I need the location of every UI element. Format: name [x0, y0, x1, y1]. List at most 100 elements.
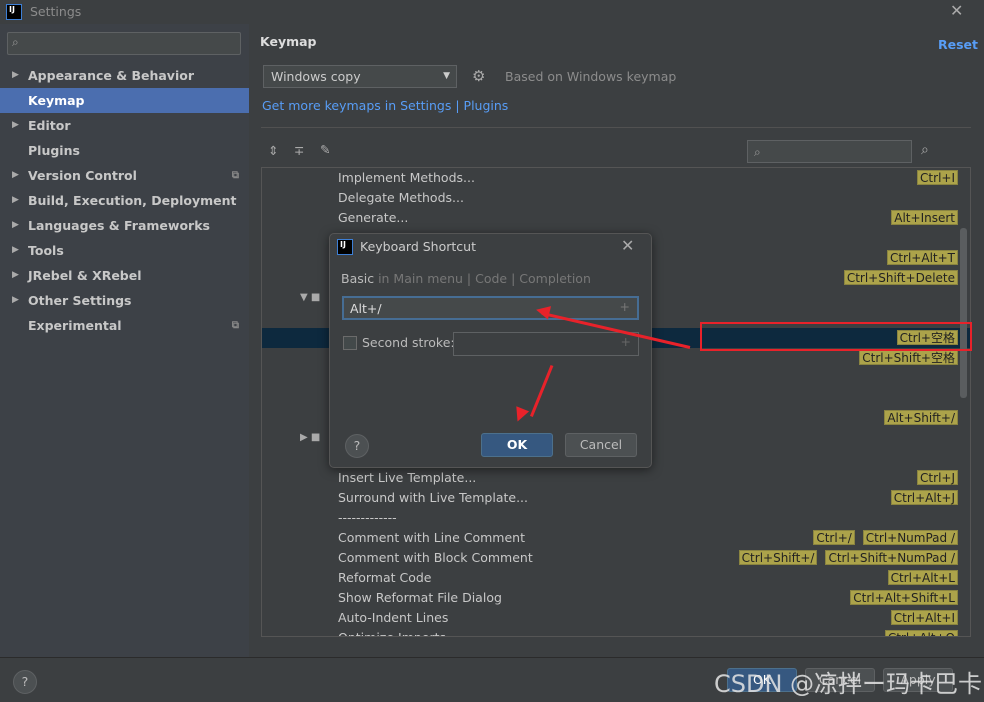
gear-icon[interactable]: ⚙	[472, 67, 485, 85]
chevron-right-icon[interactable]: ▶	[12, 213, 19, 238]
sidebar-item-label: JRebel & XRebel	[28, 268, 142, 283]
action-label: Optimize Imports	[338, 628, 446, 636]
action-path: in Main menu | Code | Completion	[374, 271, 591, 286]
sidebar-item[interactable]: ▶ Version Control ⧉	[0, 163, 249, 188]
second-stroke-input[interactable]: +	[453, 332, 639, 356]
action-label: Reformat Code	[338, 570, 432, 585]
collapse-all-icon[interactable]: ∓	[294, 143, 304, 158]
chevron-right-icon[interactable]: ▶	[12, 263, 19, 288]
close-window-icon[interactable]: ✕	[950, 1, 963, 20]
based-on-label: Based on Windows keymap	[505, 69, 677, 84]
get-more-keymaps-link[interactable]: Get more keymaps in Settings | Plugins	[262, 98, 508, 113]
find-shortcut-icon[interactable]: ⌕	[921, 142, 929, 158]
sidebar-item-label: Keymap	[28, 93, 85, 108]
shortcut-badge: Ctrl+Shift+Delete	[843, 270, 958, 285]
highlight-box	[700, 322, 972, 351]
action-row[interactable]: Auto-Indent Lines Ctrl+Alt+I	[262, 608, 970, 628]
shortcut-badge: Alt+Shift+/	[884, 410, 958, 425]
sidebar-item[interactable]: Experimental ⧉	[0, 313, 249, 338]
shortcut-badge: Ctrl+J	[917, 470, 958, 485]
sidebar-item-label: Build, Execution, Deployment	[28, 193, 237, 208]
title-bar: IJ Settings ✕	[0, 0, 984, 24]
action-row[interactable]: Generate... Alt+Insert	[262, 208, 970, 228]
edit-pencil-icon[interactable]: ✎	[320, 142, 330, 157]
watermark: CSDN @凉拌ー玛卡巴卡	[714, 670, 983, 698]
chevron-right-icon[interactable]: ▶	[12, 113, 19, 138]
action-name: Basic	[341, 271, 375, 286]
reset-link[interactable]: Reset	[938, 37, 978, 52]
shortcut-badge: Ctrl+Alt+I	[890, 610, 958, 625]
action-row[interactable]: Comment with Line Comment Ctrl+/ Ctrl+NumP…	[262, 528, 970, 548]
keyboard-shortcut-dialog: IJ Keyboard Shortcut ✕ Basic in Main men…	[329, 233, 652, 468]
shortcut-badge: Ctrl+Shift+/	[738, 550, 818, 565]
sidebar-item-label: Appearance & Behavior	[28, 68, 194, 83]
chevron-right-icon[interactable]: ▶	[12, 63, 19, 88]
sidebar-item[interactable]: ▶ Languages & Frameworks	[0, 213, 249, 238]
close-icon[interactable]: ✕	[621, 236, 634, 255]
shortcut-badge: Ctrl+Alt+T	[886, 250, 958, 265]
chevron-right-icon[interactable]: ▶	[12, 288, 19, 313]
action-row[interactable]: Comment with Block Comment Ctrl+Shift+/ Ct…	[262, 548, 970, 568]
action-row[interactable]: Surround with Live Template... Ctrl+Alt+J	[262, 488, 970, 508]
action-row[interactable]: Show Reformat File Dialog Ctrl+Alt+Shift+…	[262, 588, 970, 608]
action-row[interactable]: -------------	[262, 508, 970, 528]
shortcut-badge: Ctrl+/	[813, 530, 855, 545]
sidebar-item[interactable]: ▶ Tools	[0, 238, 249, 263]
action-label: -------------	[338, 510, 397, 525]
action-row[interactable]: Insert Live Template... Ctrl+J	[262, 468, 970, 488]
folder-icon[interactable]: ▶ ■	[300, 428, 320, 448]
dialog-title: Keyboard Shortcut	[360, 239, 476, 254]
chevron-right-icon[interactable]: ▶	[12, 188, 19, 213]
sidebar-item-label: Tools	[28, 243, 64, 258]
keymap-select-value: Windows copy	[271, 69, 361, 84]
shortcut-badge: Alt+Insert	[891, 210, 958, 225]
scrollbar[interactable]	[960, 228, 967, 398]
shortcut-badge: Ctrl+NumPad /	[862, 530, 958, 545]
sidebar-item-label: Other Settings	[28, 293, 132, 308]
window-title: Settings	[30, 4, 82, 19]
shortcut-badge: Ctrl+I	[917, 170, 958, 185]
sidebar-item[interactable]: ▶ JRebel & XRebel	[0, 263, 249, 288]
folder-icon[interactable]: ▼ ■	[300, 288, 320, 308]
action-row[interactable]: Optimize Imports Ctrl+Alt+O	[262, 628, 970, 636]
action-label: Implement Methods...	[338, 170, 475, 185]
plus-icon[interactable]: +	[621, 334, 631, 349]
ok-button[interactable]: OK	[481, 433, 553, 457]
action-search-input[interactable]: ⌕	[747, 140, 912, 163]
cancel-button[interactable]: Cancel	[565, 433, 637, 457]
help-button[interactable]: ?	[345, 434, 369, 458]
expand-all-icon[interactable]: ⇕	[268, 143, 278, 158]
action-label: Delegate Methods...	[338, 190, 464, 205]
action-label: Surround with Live Template...	[338, 490, 528, 505]
sidebar-item-label: Editor	[28, 118, 71, 133]
settings-search-input[interactable]: ⌕	[7, 32, 241, 55]
page-title: Keymap	[260, 34, 317, 49]
sidebar-item[interactable]: Plugins	[0, 138, 249, 163]
help-button[interactable]: ?	[13, 670, 37, 694]
first-stroke-input[interactable]: Alt+/ +	[342, 296, 639, 320]
action-row[interactable]: Reformat Code Ctrl+Alt+L	[262, 568, 970, 588]
plus-icon[interactable]: +	[620, 299, 630, 314]
keymap-select[interactable]: Windows copy ▼	[263, 65, 457, 88]
shortcut-badge: Ctrl+Alt+L	[887, 570, 958, 585]
sidebar-item[interactable]: ▶ Other Settings	[0, 288, 249, 313]
sidebar-item[interactable]: Keymap	[0, 88, 249, 113]
sidebar-item-label: Version Control	[28, 168, 137, 183]
action-label: Generate...	[338, 210, 409, 225]
sidebar-item[interactable]: ▶ Editor	[0, 113, 249, 138]
chevron-right-icon[interactable]: ▶	[12, 238, 19, 263]
chevron-right-icon[interactable]: ▶	[12, 163, 19, 188]
second-stroke-checkbox[interactable]	[343, 336, 357, 350]
action-row[interactable]: Delegate Methods...	[262, 188, 970, 208]
chevron-down-icon: ▼	[443, 71, 450, 81]
action-label: Show Reformat File Dialog	[338, 590, 502, 605]
action-label: Auto-Indent Lines	[338, 610, 449, 625]
shortcut-badge: Ctrl+Shift+NumPad /	[825, 550, 958, 565]
action-label: Comment with Block Comment	[338, 550, 533, 565]
sidebar-item-label: Plugins	[28, 143, 80, 158]
sidebar-item[interactable]: ▶ Build, Execution, Deployment	[0, 188, 249, 213]
search-icon: ⌕	[12, 35, 19, 49]
action-row[interactable]: Implement Methods... Ctrl+I	[262, 168, 970, 188]
intellij-logo-icon: IJ	[337, 239, 353, 255]
sidebar-item[interactable]: ▶ Appearance & Behavior	[0, 63, 249, 88]
